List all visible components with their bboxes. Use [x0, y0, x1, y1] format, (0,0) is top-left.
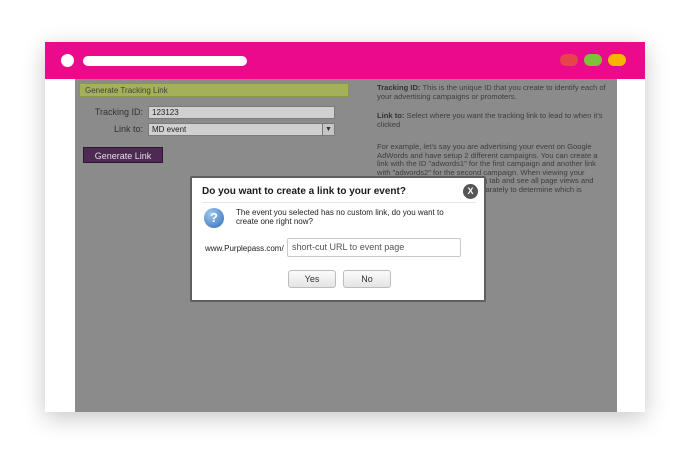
link-to-info-text: Select where you want the tracking link …: [377, 111, 603, 129]
close-window-button[interactable]: [560, 54, 578, 66]
link-to-info: Link to: Select where you want the track…: [377, 111, 613, 129]
link-to-select[interactable]: MD event ▼: [148, 123, 335, 136]
question-icon: ?: [204, 208, 224, 228]
shortcut-url-input[interactable]: short-cut URL to event page: [287, 238, 461, 257]
link-to-label: Link to:: [113, 124, 143, 134]
divider: [202, 202, 476, 203]
minimize-window-button[interactable]: [584, 54, 602, 66]
address-bar[interactable]: [83, 56, 247, 66]
tracking-id-input[interactable]: 123123: [148, 106, 335, 119]
dialog-title: Do you want to create a link to your eve…: [202, 186, 406, 197]
create-link-dialog: Do you want to create a link to your eve…: [190, 176, 486, 302]
dialog-message: The event you selected has no custom lin…: [236, 208, 444, 226]
url-prefix: www.Purplepass.com/: [205, 244, 284, 253]
tracking-id-info: Tracking ID: This is the unique ID that …: [377, 83, 613, 101]
maximize-window-button[interactable]: [608, 54, 626, 66]
generate-tracking-link-header: Generate Tracking Link: [79, 83, 349, 97]
link-to-value: MD event: [152, 125, 187, 134]
close-icon[interactable]: X: [463, 184, 478, 199]
no-button[interactable]: No: [343, 270, 391, 288]
title-bar: [45, 42, 645, 79]
generate-link-button[interactable]: Generate Link: [83, 147, 163, 163]
chevron-down-icon[interactable]: ▼: [322, 124, 334, 135]
tracking-id-label: Tracking ID:: [94, 107, 143, 117]
yes-button[interactable]: Yes: [288, 270, 336, 288]
circle-icon: [61, 54, 74, 67]
